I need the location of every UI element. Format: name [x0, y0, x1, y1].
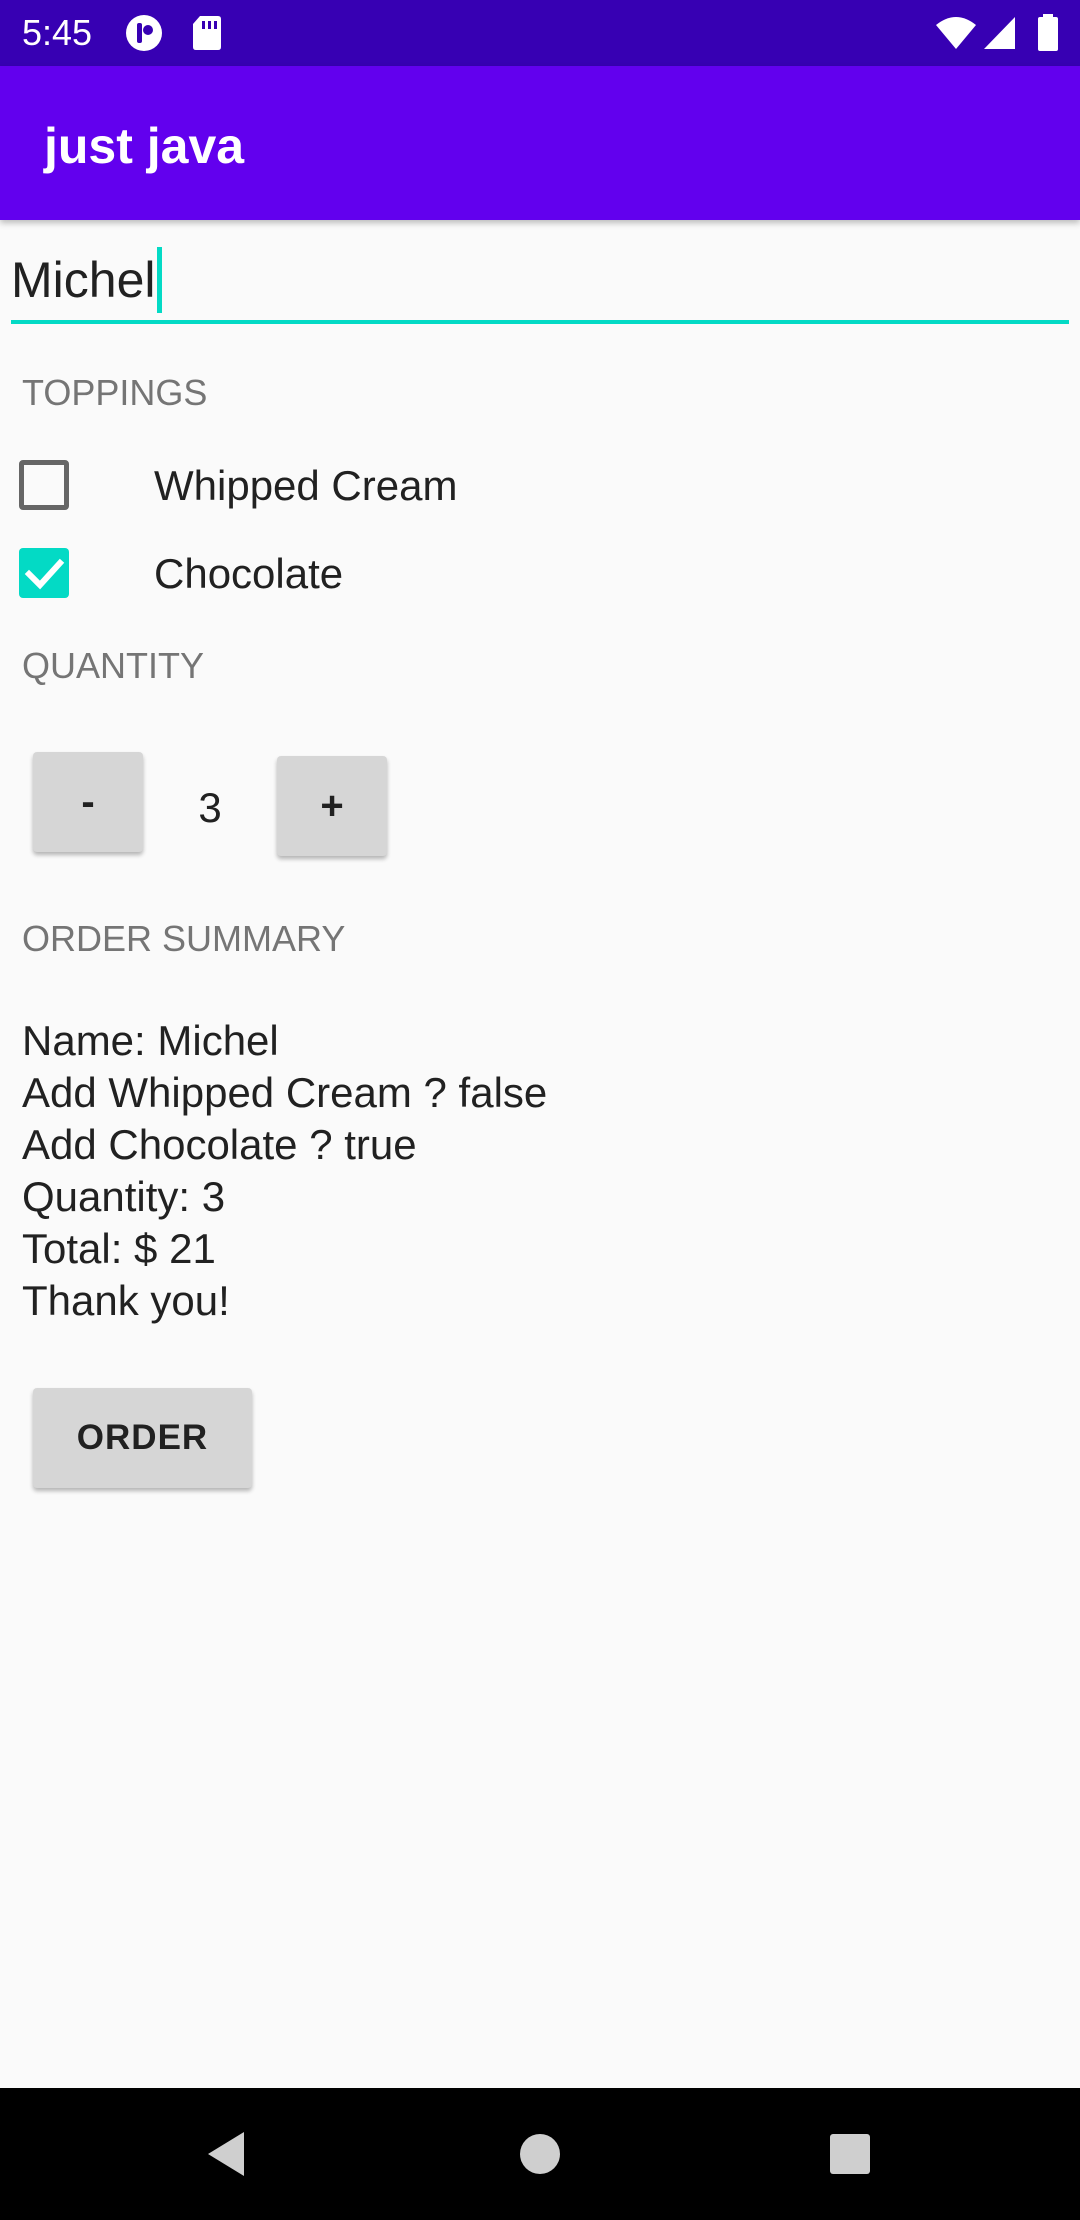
order-summary-text: Name: Michel Add Whipped Cream ? false A… — [22, 1015, 547, 1327]
app-notification-icon — [124, 13, 164, 53]
cell-signal-icon — [982, 13, 1018, 53]
app-bar: just java — [0, 66, 1080, 220]
order-summary-label: ORDER SUMMARY — [22, 918, 346, 959]
text-cursor — [157, 246, 163, 313]
chocolate-checkbox[interactable] — [19, 548, 69, 598]
name-input-value: Michel — [11, 246, 163, 317]
decrement-button[interactable]: - — [33, 752, 143, 852]
sd-card-icon — [190, 13, 230, 53]
chocolate-label[interactable]: Chocolate — [154, 548, 343, 600]
whipped-cream-checkbox[interactable] — [19, 460, 69, 510]
back-icon[interactable] — [196, 2122, 260, 2186]
summary-line: Add Chocolate ? true — [22, 1121, 417, 1168]
wifi-icon — [934, 13, 978, 53]
summary-line: Total: $ 21 — [22, 1225, 216, 1272]
check-icon — [24, 558, 65, 590]
increment-button[interactable]: + — [277, 756, 387, 856]
navigation-bar — [0, 2088, 1080, 2220]
summary-line: Thank you! — [22, 1277, 230, 1324]
summary-line: Quantity: 3 — [22, 1173, 226, 1220]
whipped-cream-label[interactable]: Whipped Cream — [154, 460, 457, 512]
toppings-label: TOPPINGS — [22, 372, 208, 413]
quantity-label: QUANTITY — [22, 645, 205, 686]
name-input-text: Michel — [11, 252, 156, 308]
order-button[interactable]: ORDER — [33, 1388, 252, 1488]
recents-icon[interactable] — [818, 2122, 882, 2186]
home-icon[interactable] — [508, 2122, 572, 2186]
status-time: 5:45 — [22, 12, 93, 53]
name-input[interactable]: Michel — [11, 240, 1069, 324]
battery-icon — [1036, 13, 1060, 53]
quantity-value: 3 — [198, 784, 222, 831]
summary-line: Add Whipped Cream ? false — [22, 1069, 548, 1116]
summary-line: Name: Michel — [22, 1017, 279, 1064]
app-title: just java — [44, 118, 245, 174]
status-bar: 5:45 — [0, 0, 1080, 66]
